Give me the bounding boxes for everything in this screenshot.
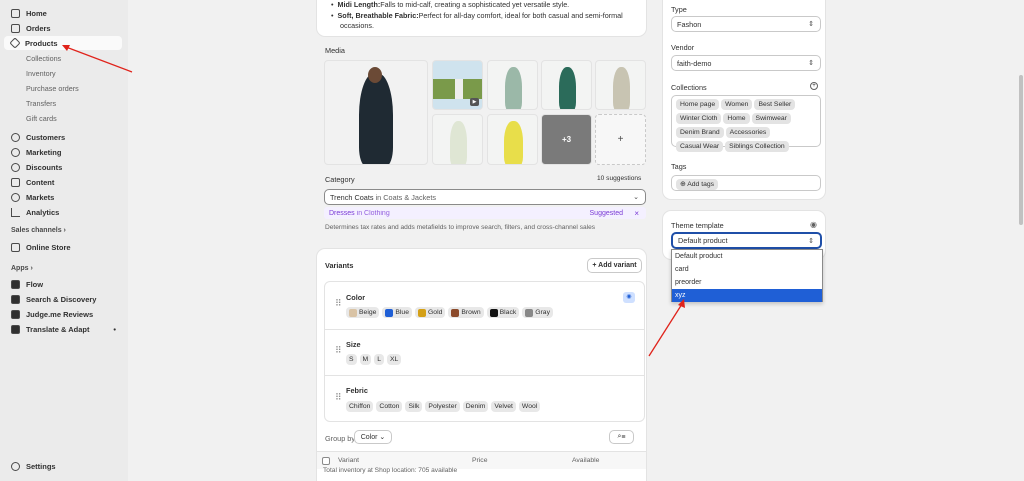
annotation-arrows [62,45,685,357]
arrowhead-xyz [678,299,685,308]
arrow-to-products [65,46,133,73]
arrow-to-xyz [648,303,683,357]
